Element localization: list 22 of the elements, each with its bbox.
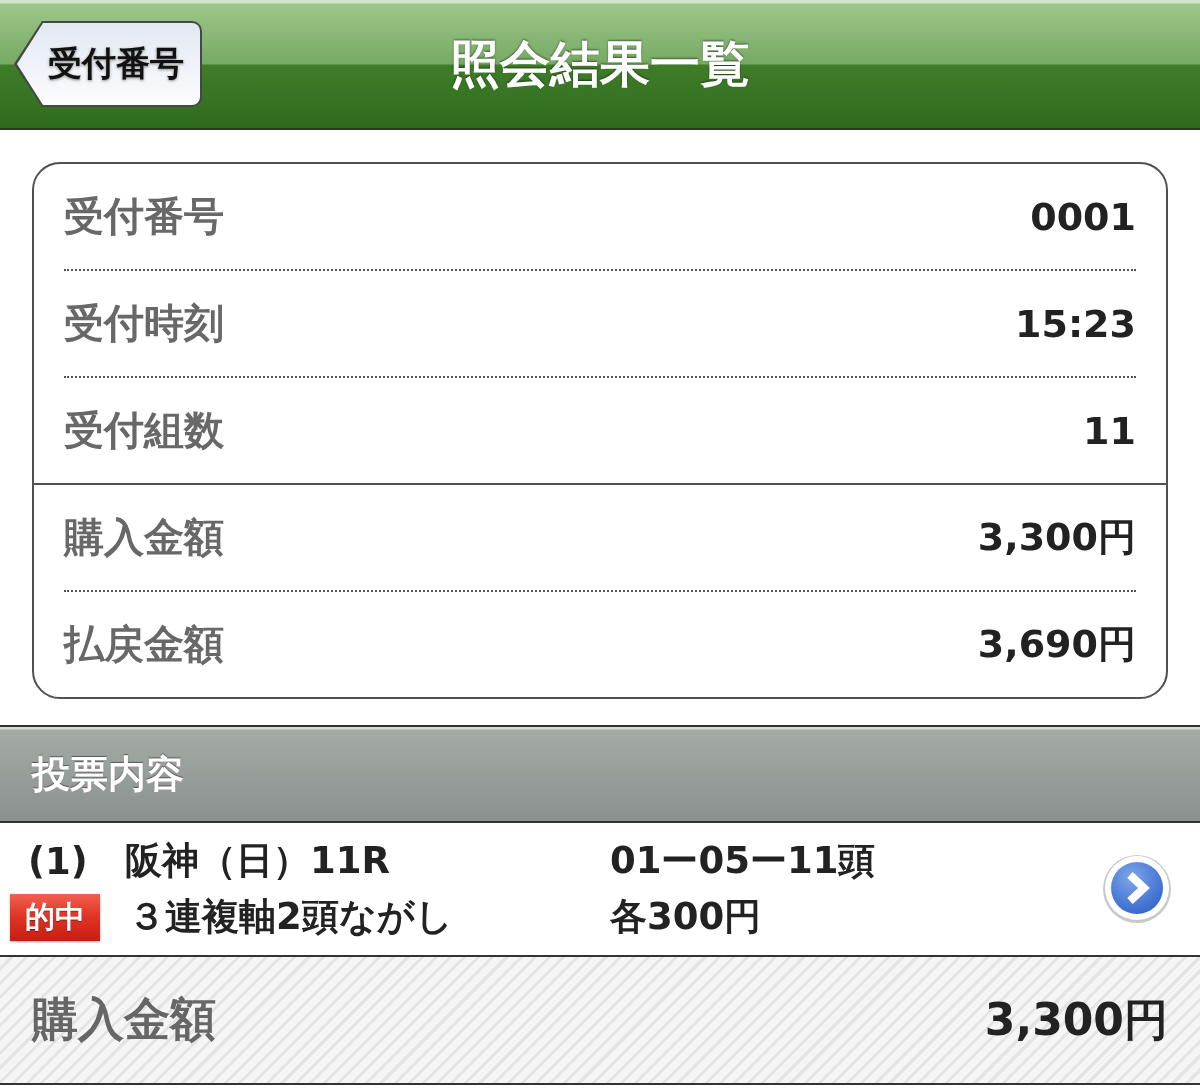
field-label: 払戻金額 bbox=[64, 620, 224, 669]
field-value: 0001 bbox=[1030, 194, 1136, 239]
total-value: 3,300円 bbox=[984, 992, 1168, 1047]
screen-title: 照会結果一覧 bbox=[450, 33, 750, 95]
field-label: 受付組数 bbox=[64, 406, 224, 455]
bet-amount: 各300円 bbox=[610, 894, 762, 940]
bet-type: ３連複軸2頭ながし bbox=[127, 894, 453, 940]
section-header: 投票内容 bbox=[0, 725, 1200, 823]
field-value: 3,300円 bbox=[977, 514, 1136, 561]
field-value: 11 bbox=[1083, 408, 1136, 453]
field-value: 15:23 bbox=[1015, 301, 1136, 346]
field-label: 受付番号 bbox=[64, 192, 224, 241]
field-value: 3,690円 bbox=[977, 621, 1136, 668]
race-name: 阪神（日）11R bbox=[125, 838, 390, 884]
total-label: 購入金額 bbox=[32, 991, 216, 1048]
chevron-right-icon[interactable] bbox=[1102, 854, 1172, 924]
field-label: 受付時刻 bbox=[64, 299, 224, 348]
hit-badge: 的中 bbox=[10, 893, 100, 941]
horse-numbers: 01ー05ー11頭 bbox=[610, 838, 876, 884]
bet-number: (1) bbox=[27, 839, 88, 883]
back-button[interactable]: 受付番号 bbox=[14, 21, 202, 107]
field-label: 購入金額 bbox=[64, 513, 224, 562]
